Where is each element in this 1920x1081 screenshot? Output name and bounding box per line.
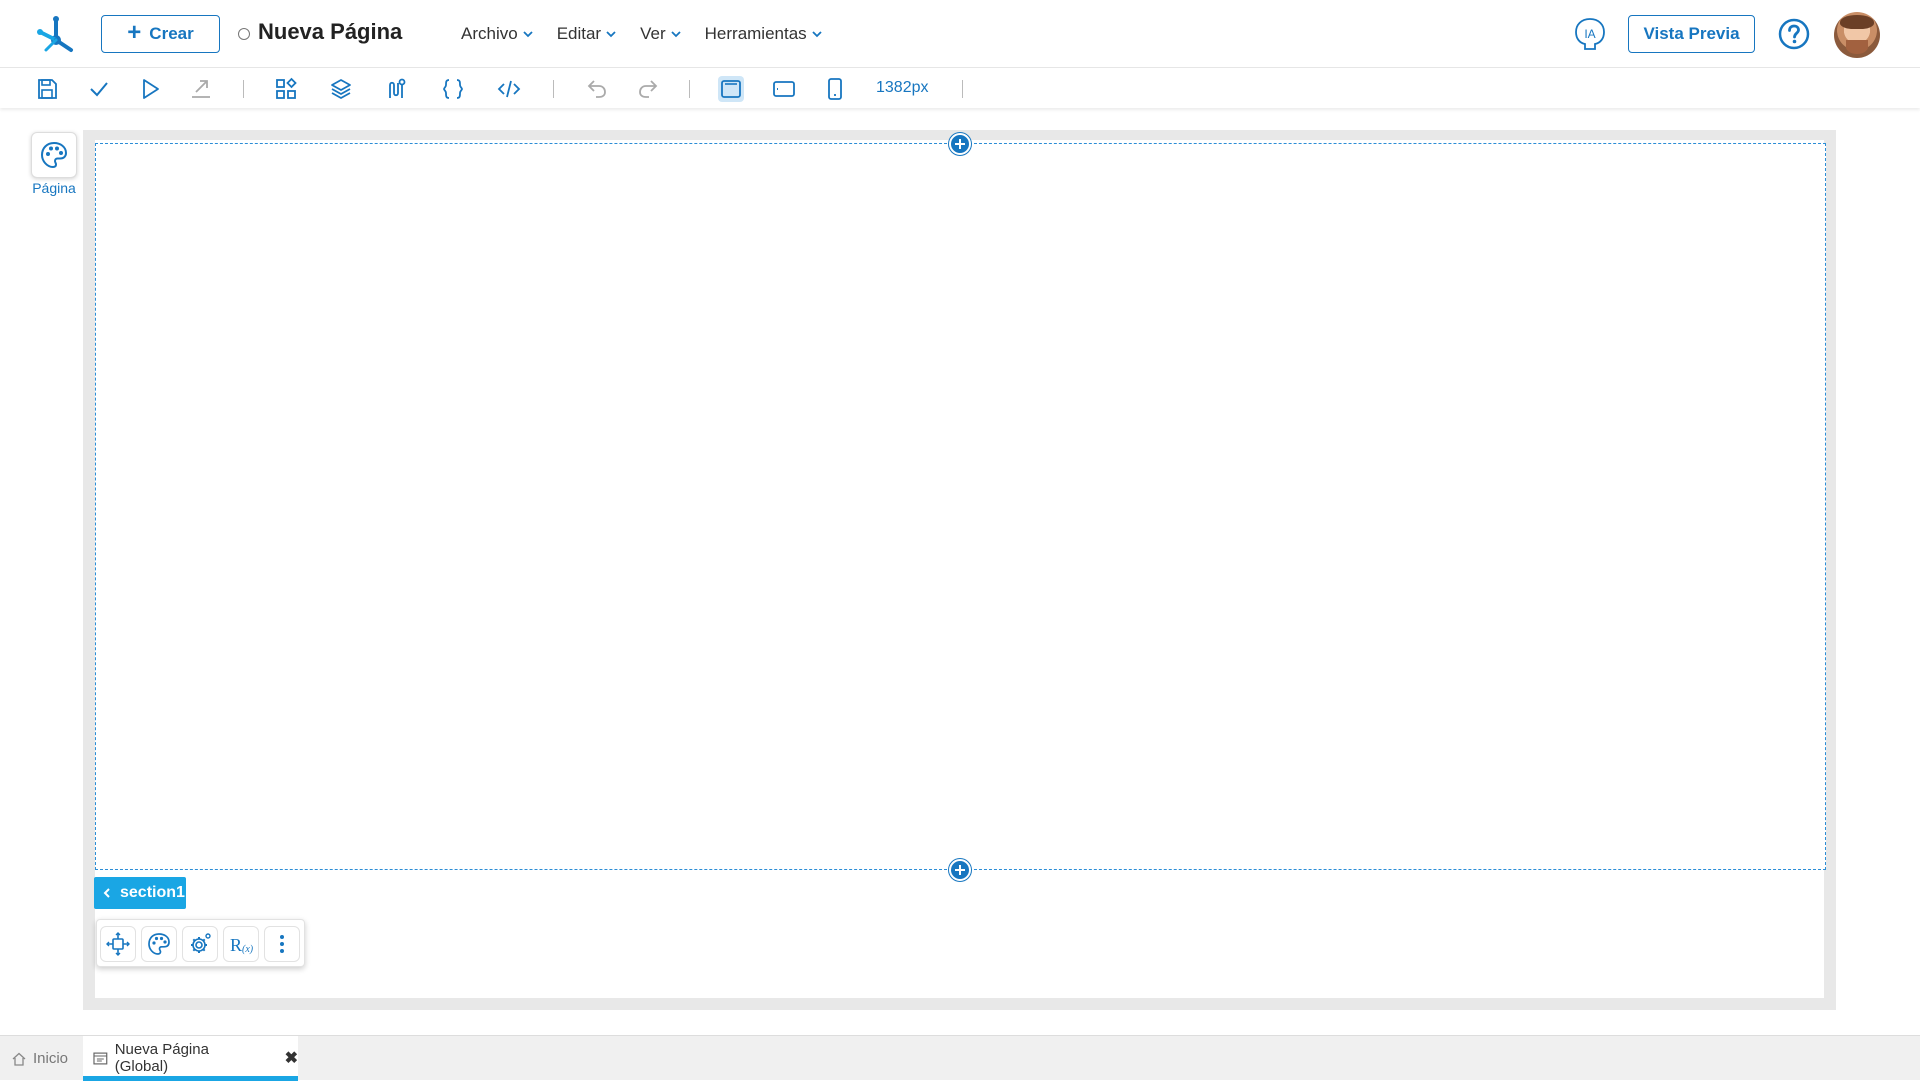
- code-button[interactable]: [496, 76, 522, 102]
- rule-icon: R (x): [230, 935, 254, 955]
- section-settings-button[interactable]: [182, 926, 218, 962]
- redo-button[interactable]: [635, 76, 661, 102]
- chevron-down-icon: [523, 31, 533, 38]
- app-logo-icon[interactable]: [36, 14, 76, 54]
- palette-icon: [40, 141, 68, 169]
- desktop-view-button[interactable]: [718, 76, 744, 102]
- section-selector-tag[interactable]: section1: [94, 877, 186, 909]
- validate-button[interactable]: [86, 76, 112, 102]
- braces-icon: [443, 79, 463, 99]
- tab-nueva-pagina[interactable]: Nueva Página (Global) ✖: [83, 1036, 298, 1081]
- toolbar-separator: [962, 80, 963, 98]
- section-toolbar: R (x): [96, 919, 305, 967]
- page-icon: [93, 1052, 108, 1064]
- menu-editar[interactable]: Editar: [557, 24, 616, 44]
- section-rules-button[interactable]: R (x): [223, 926, 259, 962]
- chevron-down-icon: [671, 31, 681, 38]
- flow-icon: [389, 78, 406, 98]
- preview-button[interactable]: Vista Previa: [1628, 15, 1755, 53]
- add-section-below-button[interactable]: [949, 859, 971, 881]
- layers-button[interactable]: [328, 76, 354, 102]
- add-section-above-button[interactable]: [949, 133, 971, 155]
- code-icon: [497, 80, 521, 98]
- avatar-beard: [1846, 40, 1868, 54]
- menu-ver[interactable]: Ver: [640, 24, 681, 44]
- ai-assistant-icon[interactable]: IA: [1573, 17, 1607, 51]
- menu-archivo[interactable]: Archivo: [461, 24, 533, 44]
- svg-text:R: R: [230, 935, 242, 955]
- close-icon[interactable]: ✖: [285, 1048, 298, 1068]
- save-button[interactable]: [34, 76, 60, 102]
- canvas-width-value[interactable]: 1382px: [876, 79, 929, 97]
- mobile-view-button[interactable]: [822, 76, 848, 102]
- section-container[interactable]: [95, 143, 1826, 870]
- mobile-view-icon: [828, 78, 842, 100]
- flow-button[interactable]: [383, 76, 409, 102]
- undo-button[interactable]: [584, 76, 610, 102]
- ai-label: IA: [1584, 27, 1595, 41]
- menu-herramientas[interactable]: Herramientas: [705, 24, 822, 44]
- page-style-button[interactable]: [31, 132, 77, 178]
- components-icon: [276, 77, 297, 99]
- create-button-label: Crear: [149, 24, 194, 43]
- variables-button[interactable]: [440, 76, 466, 102]
- page-style-label: Página: [32, 180, 76, 196]
- plus-icon: [955, 865, 965, 875]
- svg-text:(x): (x): [242, 944, 254, 955]
- move-icon: [106, 932, 130, 956]
- check-icon: [90, 82, 108, 97]
- undo-icon: [587, 80, 606, 98]
- menu-herramientas-label: Herramientas: [704, 24, 807, 43]
- main-menu: Archivo Editar Ver Herramientas: [461, 24, 822, 44]
- page-title: Nueva Página: [258, 19, 403, 44]
- menu-editar-label: Editar: [556, 24, 602, 43]
- toolbar-separator: [553, 80, 554, 98]
- run-button[interactable]: [137, 76, 163, 102]
- chevron-down-icon: [812, 31, 822, 38]
- redo-icon: [639, 80, 658, 98]
- save-icon: [38, 79, 57, 99]
- tab-nueva-pagina-label: Nueva Página (Global): [114, 1041, 209, 1075]
- section-style-button[interactable]: [141, 926, 177, 962]
- page-status-indicator: [238, 28, 250, 40]
- menu-archivo-label: Archivo: [461, 24, 518, 43]
- section-name: section1: [120, 884, 185, 901]
- palette-icon: [148, 933, 170, 955]
- help-icon[interactable]: [1778, 18, 1810, 50]
- play-icon: [143, 79, 159, 99]
- export-icon: [192, 80, 210, 98]
- move-section-button[interactable]: [100, 926, 136, 962]
- bottom-tab-bar: Inicio Nueva Página (Global) ✖: [0, 1035, 1920, 1081]
- top-header: + Crear Nueva Página Archivo Editar Ver …: [0, 0, 1920, 68]
- tablet-view-icon: [773, 81, 795, 97]
- desktop-view-icon: [721, 80, 741, 98]
- components-button[interactable]: [273, 76, 299, 102]
- menu-ver-label: Ver: [640, 24, 666, 43]
- chevron-left-icon: [103, 888, 110, 898]
- more-icon: [280, 935, 284, 953]
- section-more-button[interactable]: [264, 926, 300, 962]
- publish-button[interactable]: [188, 76, 214, 102]
- toolbar-separator: [243, 80, 244, 98]
- user-avatar[interactable]: [1834, 12, 1880, 58]
- create-button[interactable]: + Crear: [101, 15, 220, 53]
- plus-icon: +: [127, 19, 142, 46]
- avatar-hair: [1840, 15, 1874, 29]
- layers-icon: [331, 79, 351, 100]
- tablet-view-button[interactable]: [771, 76, 797, 102]
- plus-icon: [955, 139, 965, 149]
- editor-toolbar: [0, 68, 1920, 108]
- tab-inicio[interactable]: Inicio: [12, 1036, 68, 1081]
- settings-icon: [191, 933, 211, 953]
- home-icon: [12, 1052, 26, 1066]
- tab-inicio-label: Inicio: [33, 1050, 69, 1067]
- chevron-down-icon: [606, 31, 616, 38]
- toolbar-separator: [689, 80, 690, 98]
